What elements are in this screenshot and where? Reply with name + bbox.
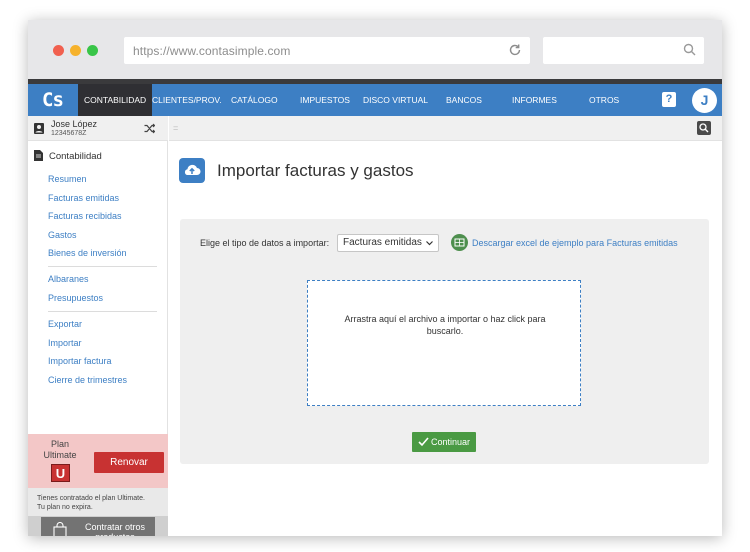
sidebar-item-gastos[interactable]: Gastos [48,230,77,240]
nav-bancos[interactable]: BANCOS [446,84,482,116]
renew-button[interactable]: Renovar [94,452,164,473]
file-drop-zone[interactable]: Arrastra aquí el archivo a importar o ha… [307,280,581,406]
sidebar-section-label: Contabilidad [49,151,102,162]
sidebar-item-facturas-emitidas[interactable]: Facturas emitidas [48,193,119,203]
excel-icon[interactable] [451,234,468,251]
browser-window: https://www.contasimple.com Cs CONTABILI… [28,20,722,536]
user-name: Jose López [51,119,98,129]
browser-search-bar[interactable] [543,37,704,64]
sidebar-item-resumen[interactable]: Resumen [48,174,87,184]
contract-products-label: Contratar otros productos [84,522,146,536]
user-card-icon [34,123,44,134]
nav-clientes[interactable]: CLIENTES/PROV. [152,84,222,116]
sidebar-item-exportar[interactable]: Exportar [48,319,82,329]
sidebar-item-presupuestos[interactable]: Presupuestos [48,293,103,303]
chevron-down-icon [426,241,433,246]
content-toolbar: = [169,116,722,141]
search-button[interactable] [697,121,711,135]
sidebar-item-importar-factura[interactable]: Importar factura [48,356,112,366]
plan-box: Plan Ultimate U Renovar [28,434,168,488]
sidebar-item-bienes-inversion[interactable]: Bienes de inversión [48,248,127,258]
sidebar-item-facturas-recibidas[interactable]: Facturas recibidas [48,211,122,221]
sidebar-item-albaranes[interactable]: Albaranes [48,274,89,284]
sidebar: Jose López 12345678Z Contabilidad Resume… [28,116,168,536]
cloud-upload-icon [179,158,205,183]
menu-toggle[interactable]: = [173,123,178,133]
help-button[interactable]: ? [662,92,676,107]
sidebar-divider [48,266,157,267]
continue-label: Continuar [431,437,471,447]
sidebar-item-cierre-trimestres[interactable]: Cierre de trimestres [48,375,127,385]
nav-contabilidad[interactable]: CONTABILIDAD [78,84,153,116]
address-url: https://www.contasimple.com [133,44,291,58]
page-title: Importar facturas y gastos [217,161,414,180]
nav-disco-virtual[interactable]: DISCO VIRTUAL [363,84,428,116]
plan-label: Plan Ultimate [43,439,77,460]
nav-impuestos[interactable]: IMPUESTOS [300,84,350,116]
avatar[interactable]: J [692,88,717,113]
continue-button[interactable]: Continuar [412,432,476,452]
maximize-window-button[interactable] [87,45,98,56]
minimize-window-button[interactable] [70,45,81,56]
download-sample-link[interactable]: Descargar excel de ejemplo para Facturas… [472,238,678,248]
close-window-button[interactable] [53,45,64,56]
sidebar-divider [48,311,157,312]
data-type-select[interactable]: Facturas emitidas [337,234,439,252]
data-type-label: Elige el tipo de datos a importar: [200,238,330,248]
import-panel: Elige el tipo de datos a importar: Factu… [180,219,709,464]
document-icon [34,150,43,161]
sidebar-section-title: Contabilidad [34,150,102,162]
logo[interactable]: Cs [42,89,64,111]
data-type-value: Facturas emitidas [343,237,422,248]
user-tax-id: 12345678Z [51,130,87,137]
check-icon [418,437,429,447]
plan-badge: U [51,464,70,482]
nav-informes[interactable]: INFORMES [512,84,557,116]
search-icon [699,123,709,133]
drop-zone-text: Arrastra aquí el archivo a importar o ha… [344,314,546,336]
switch-account-icon[interactable] [144,123,155,134]
plan-note: Tienes contratado el plan Ultimate. Tu p… [28,488,168,516]
nav-otros[interactable]: OTROS [589,84,619,116]
user-bar: Jose López 12345678Z [28,116,168,141]
contract-products-button[interactable]: Contratar otros productos [41,517,155,536]
nav-catalogo[interactable]: CATÁLOGO [231,84,278,116]
top-navigation: Cs CONTABILIDAD CLIENTES/PROV. CATÁLOGO … [28,84,722,116]
address-bar[interactable]: https://www.contasimple.com [124,37,530,64]
shopping-bag-icon [53,522,67,536]
reload-icon[interactable] [508,43,522,57]
search-icon [683,43,696,56]
sidebar-item-importar[interactable]: Importar [48,338,82,348]
browser-chrome: https://www.contasimple.com [28,20,722,80]
